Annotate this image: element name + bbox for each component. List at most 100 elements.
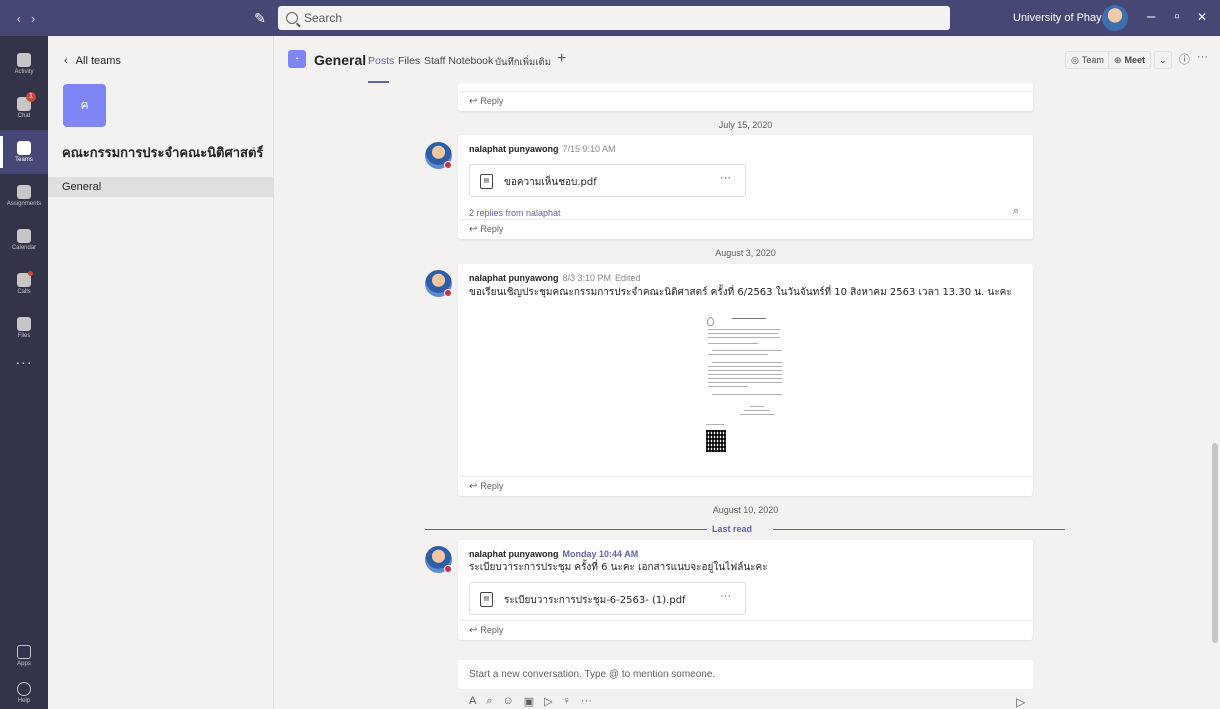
help-icon xyxy=(17,682,31,696)
info-icon[interactable]: ⓘ xyxy=(1179,51,1190,67)
channel-item-general[interactable]: General xyxy=(48,177,274,197)
app-calendar[interactable]: Calendar xyxy=(0,218,48,262)
file-more-options-icon[interactable]: ··· xyxy=(720,172,731,184)
app-assignments[interactable]: Assignments xyxy=(0,174,48,218)
app-label: Calls xyxy=(17,289,31,295)
reply-button[interactable]: ↩ Reply xyxy=(458,91,1033,111)
back-arrow-icon[interactable]: ‹ xyxy=(17,11,21,26)
assignments-icon xyxy=(17,185,31,199)
chat-badge: 1 xyxy=(26,92,36,102)
reply-label: Reply xyxy=(480,224,504,234)
more-options-icon[interactable]: ··· xyxy=(1197,51,1208,63)
seal-icon xyxy=(707,317,714,326)
more-options-icon[interactable]: ··· xyxy=(581,695,592,708)
new-conversation-input[interactable]: Start a new conversation. Type @ to ment… xyxy=(458,660,1033,689)
channel-title: General xyxy=(314,52,367,68)
doc-line xyxy=(740,414,774,415)
video-icon: ⊕ xyxy=(1114,54,1122,65)
close-button[interactable]: ✕ xyxy=(1192,10,1212,24)
reply-button[interactable]: ↩ Reply xyxy=(458,219,1033,239)
gif-icon[interactable]: ▣ xyxy=(524,695,534,708)
doc-line xyxy=(712,362,782,363)
add-tab-icon[interactable]: + xyxy=(557,50,566,68)
all-teams-link[interactable]: ‹ All teams xyxy=(64,55,121,67)
all-teams-label: All teams xyxy=(75,55,121,67)
tab-staff-notebook[interactable]: Staff Notebook xyxy=(424,55,493,67)
teams-icon xyxy=(17,141,31,155)
app-label: Apps xyxy=(17,661,31,667)
team-button[interactable]: ◎ Team xyxy=(1065,51,1110,69)
message-card: nalaphat punyawong 7/15 9:10 AM ▤ ขอความเ… xyxy=(458,135,1033,239)
doc-line xyxy=(708,354,768,355)
message-card: nalaphat punyawong 8/3 3:10 PM Edited ขอเร… xyxy=(458,264,1033,496)
reply-button[interactable]: ↩ Reply xyxy=(458,620,1033,640)
tab-additional-notes[interactable]: บันทึกเพิ่มเติม xyxy=(495,55,551,70)
title-bar: ‹ › ✎ Search University of Phayao ⌄ – ▫ … xyxy=(0,0,1220,36)
app-help[interactable]: Help xyxy=(0,671,48,709)
scrollbar-thumb[interactable] xyxy=(1212,443,1218,643)
emoji-icon[interactable]: ☺ xyxy=(503,695,514,708)
message-author: nalaphat punyawong 8/3 3:10 PM Edited xyxy=(469,273,641,283)
replies-link[interactable]: 2 replies from nalaphat xyxy=(469,208,561,218)
compose-icon[interactable]: ✎ xyxy=(251,9,269,27)
app-label: Files xyxy=(17,333,31,339)
doc-line xyxy=(706,424,724,425)
reply-icon: ↩ xyxy=(469,224,478,235)
file-name: ขอความเห็นชอบ.pdf xyxy=(504,177,597,188)
tab-files[interactable]: Files xyxy=(398,55,420,67)
app-chat[interactable]: 1 Chat xyxy=(0,86,48,130)
app-label: Calendar xyxy=(11,245,37,251)
edited-label: Edited xyxy=(615,273,641,283)
feed-scrollbar[interactable] xyxy=(1210,83,1220,709)
doc-line xyxy=(708,386,748,387)
reply-label: Reply xyxy=(480,625,504,635)
meet-dropdown[interactable]: ⌄ xyxy=(1154,51,1172,69)
file-more-options-icon[interactable]: ··· xyxy=(720,590,731,602)
tab-posts[interactable]: Posts xyxy=(368,55,394,67)
divider-line xyxy=(425,529,707,530)
team-button-label: Team xyxy=(1081,55,1104,65)
app-calls[interactable]: Calls xyxy=(0,262,48,306)
document-image[interactable] xyxy=(704,314,786,459)
message-card: nalaphat punyawong Monday 10:44 AM ระเบีย… xyxy=(458,540,1033,640)
app-activity[interactable]: Activity xyxy=(0,42,48,86)
praise-icon[interactable]: ♀ xyxy=(563,695,571,708)
app-files[interactable]: Files xyxy=(0,306,48,350)
message-time: 8/3 3:10 PM xyxy=(562,273,612,283)
last-read-divider: Last read xyxy=(425,524,1065,536)
meet-button[interactable]: ⊕ Meet xyxy=(1108,51,1152,69)
channel-icon: ▪ xyxy=(288,50,306,68)
more-apps-button[interactable]: ··· xyxy=(0,354,48,370)
forward-arrow-icon[interactable]: › xyxy=(31,11,35,26)
team-more-options-icon[interactable]: ··· xyxy=(252,140,264,154)
format-icon[interactable]: A xyxy=(469,695,476,708)
file-attachment[interactable]: ▤ ขอความเห็นชอบ.pdf ··· xyxy=(469,164,746,197)
meet-button-label: Meet xyxy=(1124,55,1146,65)
user-avatar[interactable] xyxy=(1102,5,1128,31)
minimize-button[interactable]: – xyxy=(1141,8,1161,25)
app-teams[interactable]: Teams xyxy=(0,130,48,174)
doc-line xyxy=(712,350,782,351)
reply-button[interactable]: ↩ Reply xyxy=(458,476,1033,496)
reply-label: Reply xyxy=(480,96,504,106)
attach-icon[interactable]: ⌕ xyxy=(486,695,492,708)
channel-header: ▪ General Posts Files Staff Notebook บัน… xyxy=(275,36,1220,83)
maximize-button[interactable]: ▫ xyxy=(1167,8,1187,25)
search-input[interactable]: Search xyxy=(278,6,950,30)
doc-line xyxy=(708,382,782,383)
doc-line xyxy=(744,410,770,411)
team-icon: ◎ xyxy=(1071,54,1079,65)
author-name: nalaphat punyawong xyxy=(469,144,559,154)
send-icon[interactable]: ▷ xyxy=(1016,695,1025,709)
team-avatar: ค xyxy=(63,84,106,127)
doc-line xyxy=(708,329,780,330)
file-attachment[interactable]: ▤ ระเบียบวาระการประชุม-6-2563- (1).pdf ·… xyxy=(469,582,746,615)
app-label: Chat xyxy=(17,113,31,119)
search-icon xyxy=(286,12,298,24)
doc-heading-line xyxy=(732,318,766,319)
team-name: คณะกรรมการประจำคณะนิติศาสตร์ xyxy=(62,146,264,161)
app-label: Activity xyxy=(14,69,34,75)
doc-line xyxy=(708,374,782,375)
qr-code xyxy=(706,430,726,452)
sticker-icon[interactable]: ▷ xyxy=(544,695,552,708)
